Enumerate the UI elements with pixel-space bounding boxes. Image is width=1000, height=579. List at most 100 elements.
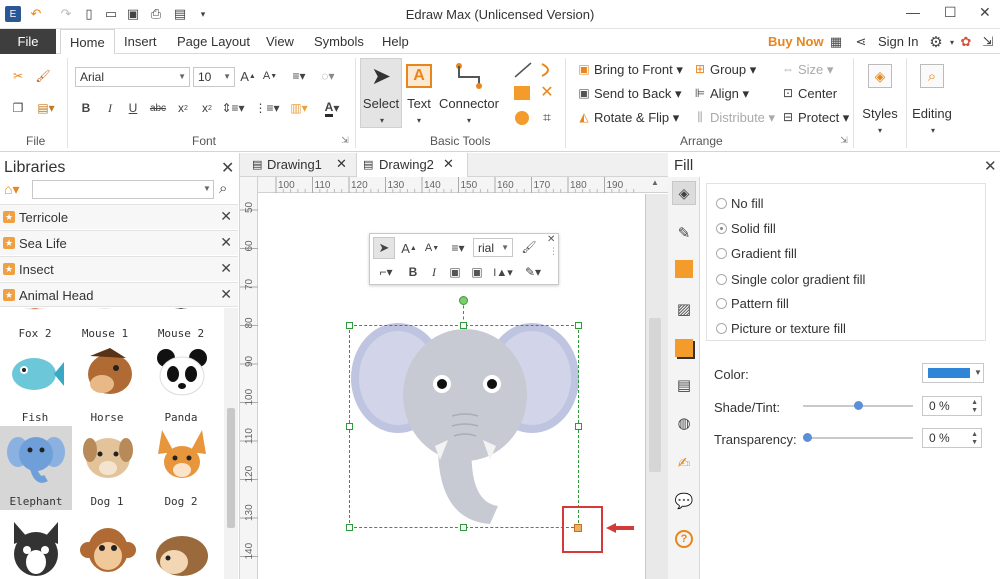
styles-dropdown-icon[interactable]: ▾ [875,126,885,135]
close-library-icon[interactable]: ✕ [220,208,232,225]
shape-horse[interactable]: Horse [72,342,142,426]
connector-tool-label[interactable]: Connector [438,96,500,111]
radio-pattern-fill[interactable] [716,298,727,309]
line-color-icon[interactable]: ✎▾ [522,264,544,280]
library-item-animal-head[interactable]: ★ Animal Head ✕ [0,282,238,307]
line-tool-icon[interactable] [514,62,532,78]
shade-tint-spinner[interactable]: 0 % ▲ ▼ [922,396,982,416]
align-button[interactable]: Align ▾ [710,86,749,102]
strikethrough-icon[interactable]: abc [150,100,166,116]
group-button[interactable]: Group ▾ [710,62,756,78]
sign-in-link[interactable]: Sign In [878,34,918,49]
globe-icon[interactable]: ◍ [672,411,696,435]
text-style-icon[interactable]: I▲▾ [491,264,515,280]
text-highlight-icon[interactable]: ▥▾ [290,100,308,116]
help-icon[interactable]: ? [675,530,693,548]
search-editing-icon[interactable]: ⌕ [920,64,944,88]
font-size-combo[interactable]: 10 ▼ [193,67,235,87]
send-backward-icon[interactable]: ▣ [470,264,484,280]
resize-handle[interactable] [346,322,353,329]
editing-button[interactable]: Editing [908,106,956,121]
tab-help[interactable]: Help [382,34,409,49]
close-library-icon[interactable]: ✕ [220,286,232,303]
rotate-flip-button[interactable]: Rotate & Flip ▾ [594,110,679,126]
radio-no-fill[interactable] [716,198,727,209]
close-library-icon[interactable]: ✕ [220,260,232,277]
connector-dropdown-icon[interactable]: ▾ [464,116,474,125]
resize-handle[interactable] [346,423,353,430]
image-icon[interactable]: ▨ [672,297,696,321]
protect-button[interactable]: Protect ▾ [798,110,849,126]
paragraph-align-icon[interactable]: ≡▾ [289,68,309,84]
rotation-handle[interactable] [459,296,468,305]
resize-handle[interactable] [575,423,582,430]
buy-now-link[interactable]: Buy Now [768,34,824,49]
line-icon[interactable]: ✎ [672,221,696,245]
color-picker[interactable]: ▼ [922,363,984,383]
comment-icon[interactable]: 💬 [672,489,696,513]
close-tab-icon[interactable]: ✕ [443,156,454,172]
shape-elephant[interactable]: Elephant [0,426,72,510]
radio-solid-fill[interactable] [716,223,727,234]
share-icon[interactable]: ⋖ [853,34,869,50]
crop-tool-icon[interactable]: ⌗ [539,109,555,125]
styles-icon[interactable]: ◈ [868,64,892,88]
underline-icon[interactable]: U [127,100,139,116]
connector-style-icon[interactable]: ⌐▾ [375,264,397,280]
italic-icon[interactable]: I [428,264,440,280]
shape-fish[interactable]: Fish [0,342,70,426]
center-button[interactable]: Center [798,86,837,101]
radio-gradient-fill[interactable] [716,248,727,259]
send-to-back-button[interactable]: Send to Back ▾ [594,86,681,102]
font-color-icon[interactable]: A ▾ [322,100,342,117]
arrange-dialog-launcher-icon[interactable]: ⇲ [839,134,849,146]
library-search-dropdown-icon[interactable]: ▼ [203,184,211,193]
label-solid-fill[interactable]: Solid fill [731,221,776,236]
search-icon[interactable]: ⌕ [219,180,227,197]
line-spacing-icon[interactable]: ⇕≡▾ [221,100,244,116]
ribbon-collapse-icon[interactable]: ⇲ [980,34,996,50]
text-direction-icon[interactable]: ◌▾ [316,68,340,84]
notes-icon[interactable]: ✍ [672,451,696,475]
label-single-color-gradient-fill[interactable]: Single color gradient fill [731,272,865,287]
label-gradient-fill[interactable]: Gradient fill [731,246,797,261]
radio-single-color-gradient-fill[interactable] [716,274,727,285]
close-library-icon[interactable]: ✕ [220,234,232,251]
ellipse-tool-icon[interactable] [515,111,529,125]
layer-icon[interactable] [675,339,693,357]
resize-handle[interactable] [460,524,467,531]
shape-mouse-1[interactable]: Mouse 1 [70,308,140,342]
superscript-icon[interactable]: x2 [200,100,214,116]
paste-icon[interactable]: ▤▾ [35,100,57,116]
shrink-font-icon[interactable]: A ▼ [263,68,277,84]
home-library-icon[interactable]: ⌂▾ [4,181,28,199]
canvas-vertical-scrollbar[interactable] [649,318,661,472]
bring-to-front-button[interactable]: Bring to Front ▾ [594,62,683,78]
tab-home[interactable]: Home [60,29,115,55]
select-dropdown-icon[interactable]: ▾ [377,116,387,125]
cross-tool-icon[interactable]: ✕ [539,84,555,101]
shape-dog-1[interactable]: Dog 1 [72,426,142,510]
label-pattern-fill[interactable]: Pattern fill [731,296,789,311]
cut-icon[interactable]: ✂ [10,68,26,84]
distribute-button[interactable]: Distribute ▾ [710,110,775,126]
select-arrow-icon[interactable]: ➤ [373,237,395,259]
drag-handle-icon[interactable]: ⋮ [549,247,558,256]
editing-dropdown-icon[interactable]: ▾ [928,126,938,135]
maximize-icon[interactable]: ☐ [944,4,957,21]
shrink-font-icon[interactable]: A ▼ [425,240,439,256]
label-picture-texture-fill[interactable]: Picture or texture fill [731,321,846,336]
tab-symbols[interactable]: Symbols [314,34,364,49]
shape-panda[interactable]: Panda [146,342,216,426]
tab-view[interactable]: View [266,34,294,49]
size-button[interactable]: Size ▾ [798,62,833,78]
connector-tool-icon[interactable] [454,62,484,90]
font-dialog-launcher-icon[interactable]: ⇲ [340,134,350,146]
text-dropdown-icon[interactable]: ▾ [414,116,424,125]
settings-gear-icon[interactable]: ⚙ [928,34,944,51]
floating-font-combo[interactable]: rial ▼ [473,238,513,257]
close-window-icon[interactable]: ✕ [979,4,991,21]
subscript-icon[interactable]: x2 [176,100,190,116]
italic-icon[interactable]: I [104,100,116,116]
label-no-fill[interactable]: No fill [731,196,764,211]
